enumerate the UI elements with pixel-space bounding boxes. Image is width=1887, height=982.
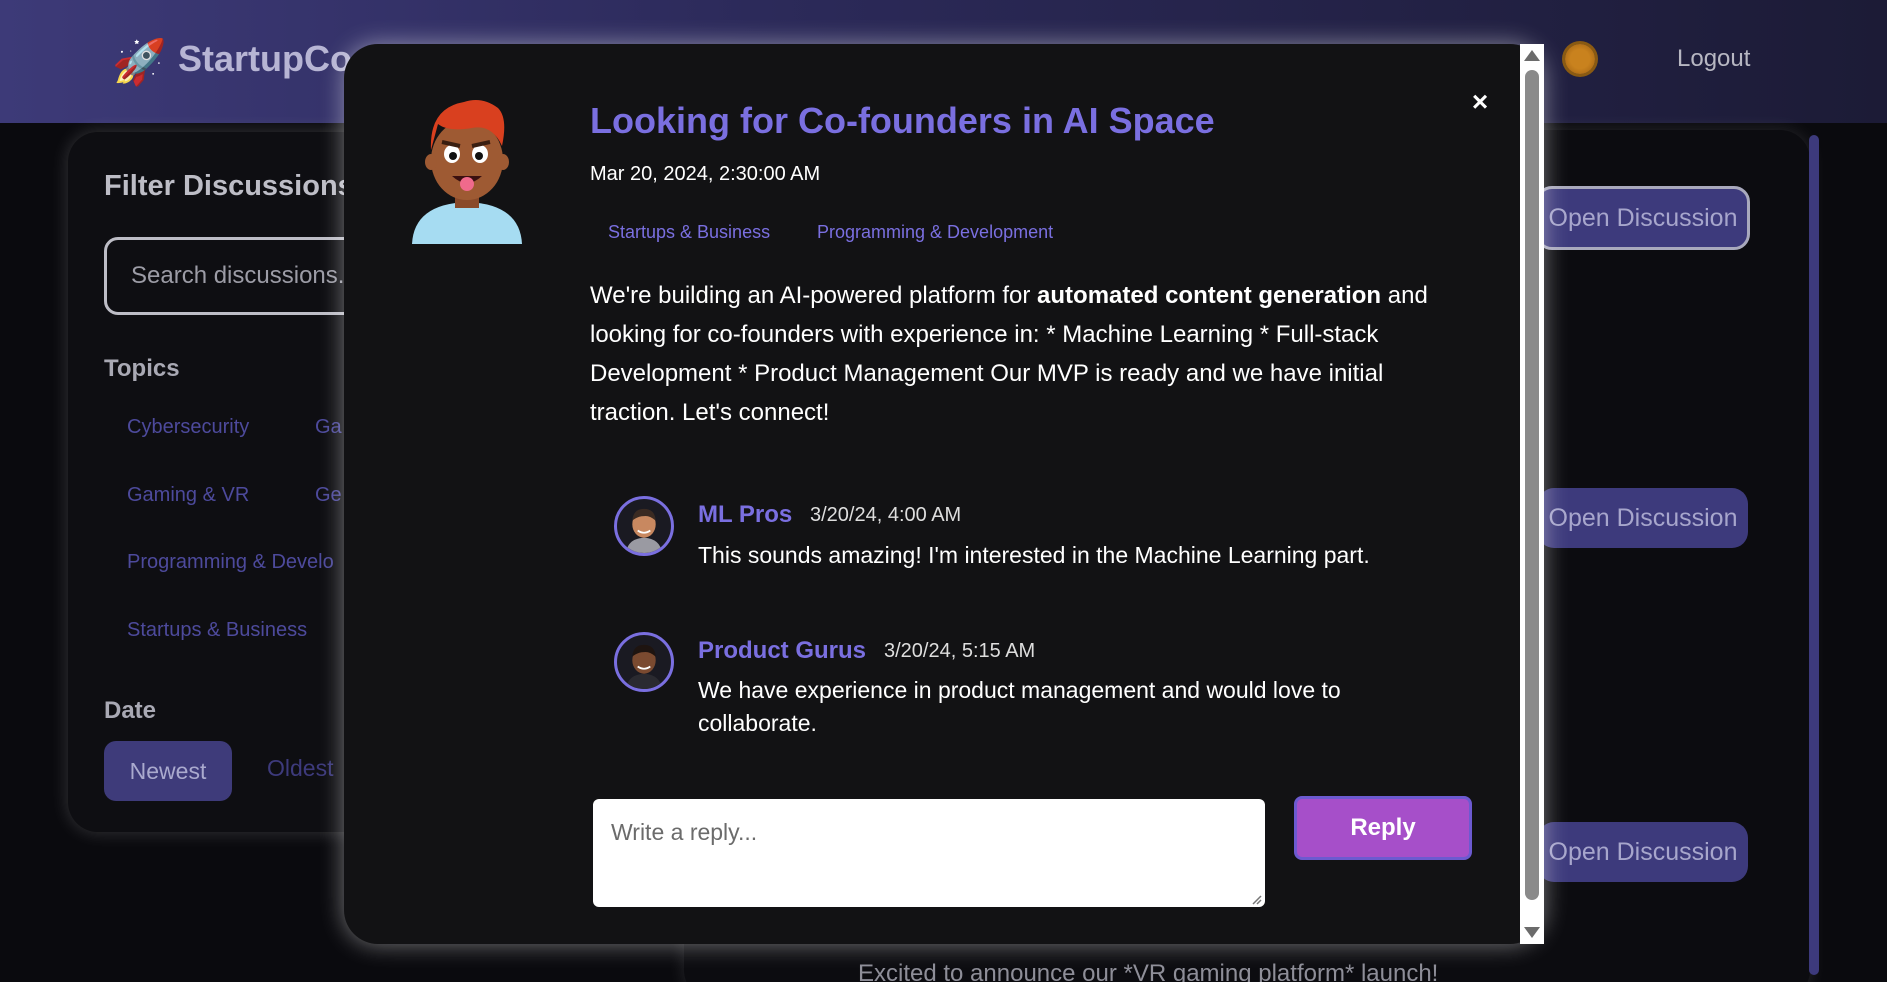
discussion-title: Looking for Co-founders in AI Space xyxy=(590,100,1215,141)
newest-button[interactable]: Newest xyxy=(104,741,232,801)
comment-author[interactable]: Product Gurus xyxy=(698,637,866,665)
filter-title: Filter Discussions xyxy=(104,170,354,202)
scroll-thumb[interactable] xyxy=(1525,70,1539,900)
comment-time: 3/20/24, 4:00 AM xyxy=(810,504,962,526)
discussion-body: We're building an AI-powered platform fo… xyxy=(590,282,1428,426)
app-name[interactable]: StartupCo xyxy=(178,38,352,80)
topic-startups[interactable]: Startups & Business xyxy=(127,619,307,642)
topic-ga[interactable]: Ga xyxy=(315,416,342,439)
discussion-snippet: Excited to announce our *VR gaming platf… xyxy=(858,960,1439,982)
comment-text: We have experience in product management… xyxy=(698,677,1341,736)
logout-button[interactable]: Logout xyxy=(1677,45,1750,73)
scroll-up-icon[interactable] xyxy=(1524,50,1540,61)
commenter-avatar xyxy=(614,632,674,692)
author-avatar xyxy=(412,100,522,244)
topic-cybersecurity[interactable]: Cybersecurity xyxy=(127,416,249,439)
tag-programming[interactable]: Programming & Development xyxy=(817,222,1053,243)
discussion-modal: Looking for Co-founders in AI Space Mar … xyxy=(344,44,1544,944)
comment-time: 3/20/24, 5:15 AM xyxy=(884,640,1036,662)
feed-scrollbar[interactable] xyxy=(1809,135,1819,975)
scroll-down-icon[interactable] xyxy=(1524,927,1540,938)
reply-input[interactable] xyxy=(593,799,1265,907)
topic-programming[interactable]: Programming & Develo xyxy=(127,551,334,574)
close-button[interactable]: × xyxy=(1462,84,1498,120)
date-label: Date xyxy=(104,697,157,724)
topic-gaming-vr[interactable]: Gaming & VR xyxy=(127,484,249,507)
resize-grip-icon[interactable] xyxy=(1250,893,1262,905)
comment-author[interactable]: ML Pros xyxy=(698,501,792,529)
topic-ge[interactable]: Ge xyxy=(315,484,342,507)
topics-label: Topics xyxy=(104,355,180,382)
tag-startups[interactable]: Startups & Business xyxy=(608,222,770,243)
open-discussion-button[interactable]: Open Discussion xyxy=(1538,488,1748,548)
reply-button[interactable]: Reply xyxy=(1294,796,1472,860)
commenter-avatar xyxy=(614,496,674,556)
modal-scrollbar[interactable] xyxy=(1520,44,1544,944)
sun-icon[interactable] xyxy=(1565,44,1595,74)
oldest-button[interactable]: Oldest xyxy=(267,755,333,782)
comment-text: This sounds amazing! I'm interested in t… xyxy=(698,542,1370,568)
open-discussion-button[interactable]: Open Discussion xyxy=(1536,186,1750,250)
discussion-date: Mar 20, 2024, 2:30:00 AM xyxy=(590,163,821,185)
rocket-icon: 🚀 xyxy=(112,38,167,87)
open-discussion-button[interactable]: Open Discussion xyxy=(1538,822,1748,882)
